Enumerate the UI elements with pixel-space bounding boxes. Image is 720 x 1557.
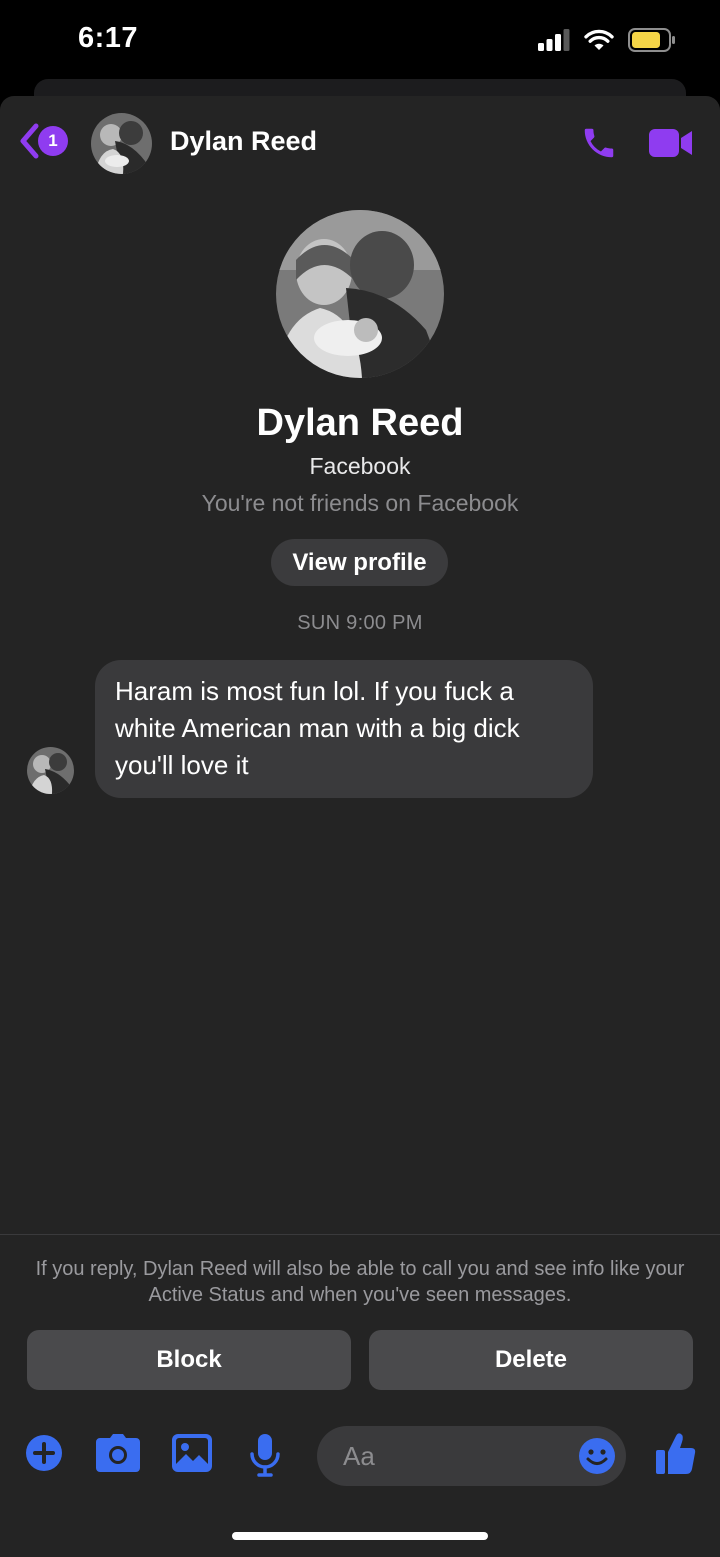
message-input-placeholder: Aa bbox=[343, 1440, 375, 1471]
contact-avatar[interactable] bbox=[91, 113, 152, 174]
camera-button[interactable] bbox=[96, 1434, 140, 1477]
profile-name: Dylan Reed bbox=[256, 402, 464, 444]
photo-icon bbox=[172, 1434, 212, 1472]
status-bar: 6:17 bbox=[0, 0, 720, 84]
view-profile-button[interactable]: View profile bbox=[271, 539, 448, 586]
home-indicator bbox=[232, 1532, 488, 1540]
cellular-signal-icon bbox=[538, 29, 570, 51]
microphone-icon bbox=[250, 1434, 280, 1477]
profile-avatar[interactable] bbox=[276, 210, 444, 378]
contact-name[interactable]: Dylan Reed bbox=[170, 126, 317, 157]
gallery-button[interactable] bbox=[172, 1434, 212, 1477]
sender-avatar[interactable] bbox=[27, 747, 74, 794]
incoming-message-bubble[interactable]: Haram is most fun lol. If you fuck a whi… bbox=[95, 660, 593, 798]
camera-icon bbox=[96, 1434, 140, 1472]
message-request-notice: If you reply, Dylan Reed will also be ab… bbox=[35, 1258, 685, 1306]
conversation-sheet: 1 Dylan Reed Dylan Reed Facebook You're … bbox=[0, 96, 720, 1557]
status-icons bbox=[538, 28, 676, 52]
conversation-header: 1 Dylan Reed bbox=[0, 96, 720, 192]
message-input[interactable]: Aa bbox=[317, 1426, 626, 1486]
back-button[interactable]: 1 bbox=[18, 122, 68, 160]
status-time: 6:17 bbox=[78, 22, 139, 54]
video-call-button[interactable] bbox=[648, 127, 694, 164]
video-camera-icon bbox=[649, 129, 692, 157]
plus-circle-icon bbox=[26, 1435, 62, 1471]
like-button[interactable] bbox=[656, 1432, 696, 1479]
emoji-button[interactable] bbox=[578, 1437, 616, 1480]
unread-badge: 1 bbox=[38, 126, 68, 156]
battery-icon bbox=[628, 28, 675, 52]
block-button[interactable]: Block bbox=[27, 1330, 351, 1390]
delete-button[interactable]: Delete bbox=[369, 1330, 693, 1390]
phone-icon bbox=[584, 128, 614, 158]
chevron-left-icon bbox=[20, 123, 39, 159]
divider bbox=[0, 1234, 720, 1235]
wifi-icon bbox=[584, 29, 614, 50]
profile-network: Facebook bbox=[309, 453, 411, 479]
friend-status: You're not friends on Facebook bbox=[201, 490, 519, 516]
message-timestamp: SUN 9:00 PM bbox=[297, 612, 423, 634]
thumbs-up-icon bbox=[656, 1433, 696, 1474]
voice-message-button[interactable] bbox=[250, 1434, 280, 1483]
audio-call-button[interactable] bbox=[580, 124, 618, 167]
add-more-button[interactable] bbox=[25, 1434, 63, 1477]
smiley-icon bbox=[579, 1438, 615, 1474]
